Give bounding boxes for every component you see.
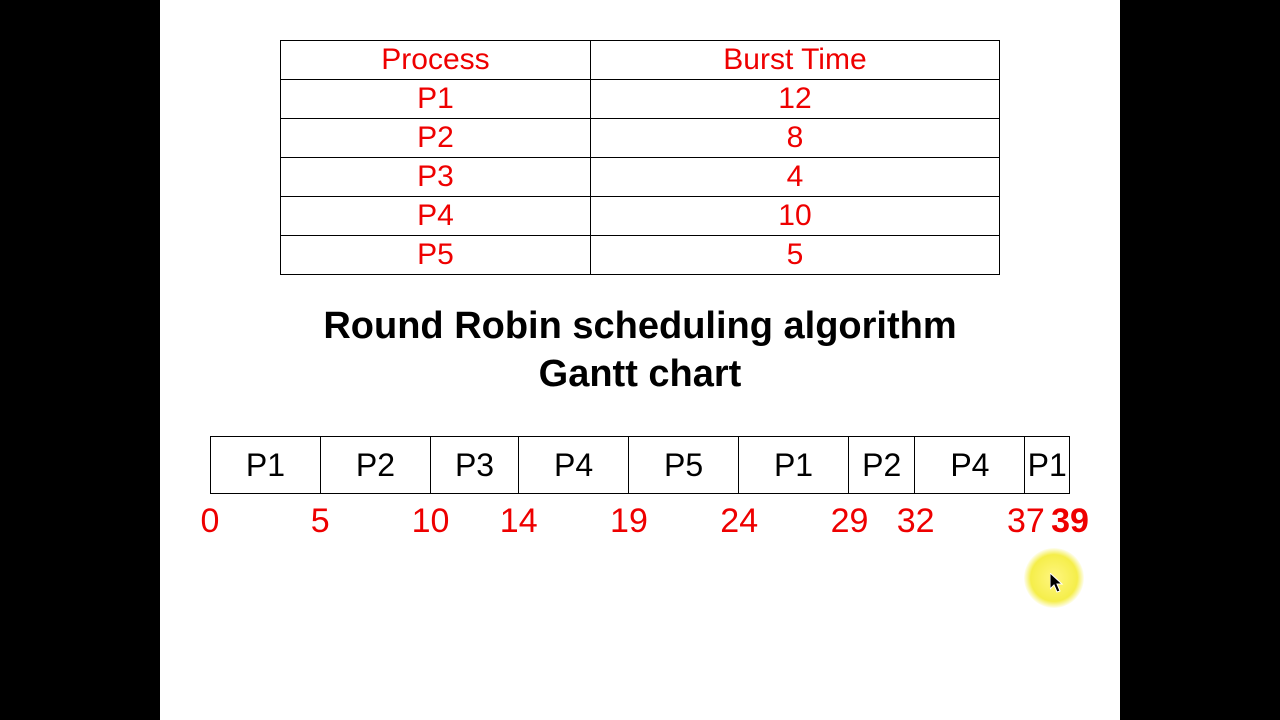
gantt-tick: 14 xyxy=(500,502,538,541)
burst-cell: 5 xyxy=(590,236,999,275)
gantt-tick: 0 xyxy=(201,502,220,541)
table-row: P410 xyxy=(281,197,1000,236)
gantt-tick: 10 xyxy=(412,502,450,541)
gantt-segment: P3 xyxy=(431,437,519,493)
process-cell: P2 xyxy=(281,119,591,158)
table-row: P55 xyxy=(281,236,1000,275)
col-burst: Burst Time xyxy=(590,41,999,80)
gantt-segment: P2 xyxy=(849,437,915,493)
table-row: P28 xyxy=(281,119,1000,158)
gantt-tick: 24 xyxy=(720,502,758,541)
title-line-1: Round Robin scheduling algorithm xyxy=(160,303,1120,351)
gantt-ticks: 051014192429323739 xyxy=(210,502,1070,550)
burst-cell: 12 xyxy=(590,80,999,119)
process-cell: P4 xyxy=(281,197,591,236)
gantt-tick: 5 xyxy=(311,502,330,541)
gantt-segment: P1 xyxy=(1025,437,1069,493)
gantt-tick: 39 xyxy=(1051,502,1089,541)
gantt-segment: P5 xyxy=(629,437,739,493)
process-cell: P1 xyxy=(281,80,591,119)
gantt-tick: 37 xyxy=(1007,502,1045,541)
gantt-tick: 19 xyxy=(610,502,648,541)
gantt-segment: P2 xyxy=(321,437,431,493)
gantt-segment: P4 xyxy=(915,437,1025,493)
burst-cell: 8 xyxy=(590,119,999,158)
table-row: P34 xyxy=(281,158,1000,197)
gantt-segment: P4 xyxy=(519,437,629,493)
gantt-segment: P1 xyxy=(211,437,321,493)
process-cell: P5 xyxy=(281,236,591,275)
col-process: Process xyxy=(281,41,591,80)
title-line-2: Gantt chart xyxy=(160,351,1120,399)
process-cell: P3 xyxy=(281,158,591,197)
slide-title: Round Robin scheduling algorithm Gantt c… xyxy=(160,303,1120,398)
gantt-segment: P1 xyxy=(739,437,849,493)
gantt-bar: P1P2P3P4P5P1P2P4P1 xyxy=(210,436,1070,494)
burst-cell: 4 xyxy=(590,158,999,197)
gantt-tick: 32 xyxy=(897,502,935,541)
slide-stage: Process Burst Time P112 P28 P34 P410 P55… xyxy=(160,0,1120,720)
table-row: P112 xyxy=(281,80,1000,119)
gantt-tick: 29 xyxy=(831,502,869,541)
table-header-row: Process Burst Time xyxy=(281,41,1000,80)
gantt-chart: P1P2P3P4P5P1P2P4P1 051014192429323739 xyxy=(210,436,1070,550)
burst-cell: 10 xyxy=(590,197,999,236)
cursor-icon xyxy=(1050,573,1066,598)
process-table: Process Burst Time P112 P28 P34 P410 P55 xyxy=(280,40,1000,275)
